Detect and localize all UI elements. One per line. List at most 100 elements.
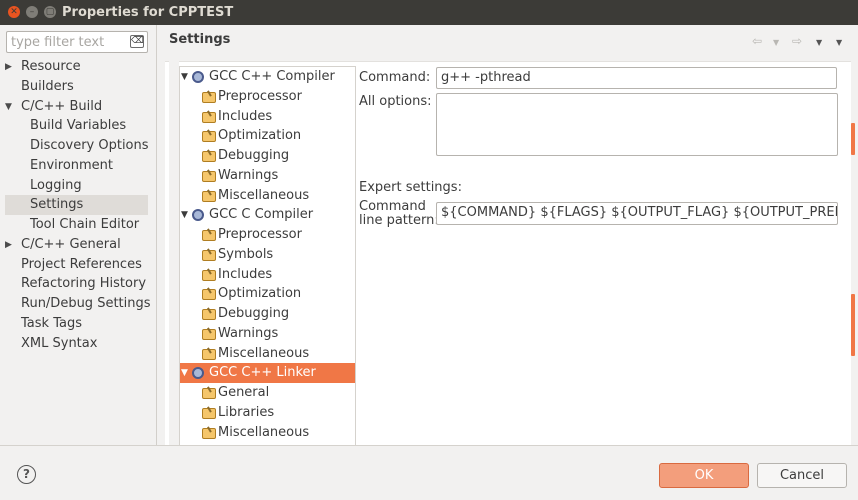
nav-item-cpp-general[interactable]: ▶ C/C++ General xyxy=(0,235,156,255)
expand-arrow-icon[interactable]: ▶ xyxy=(5,235,12,255)
collapse-arrow-icon[interactable]: ▼ xyxy=(5,97,12,117)
folder-icon xyxy=(202,151,216,162)
scroll-indicator xyxy=(851,294,855,356)
all-options-field[interactable] xyxy=(436,93,838,156)
tree-item-warnings[interactable]: Warnings xyxy=(180,324,355,344)
nav-item-resource[interactable]: ▶ Resource xyxy=(0,57,156,77)
tree-item-general[interactable]: General xyxy=(180,383,355,403)
nav-item-xml-syntax[interactable]: XML Syntax xyxy=(0,334,156,354)
tree-item-label: Includes xyxy=(218,108,273,124)
folder-icon xyxy=(202,289,216,301)
tree-item-libraries[interactable]: Libraries xyxy=(180,403,355,423)
nav-item-logging[interactable]: Logging xyxy=(0,176,156,196)
tree-item-miscellaneous[interactable]: Miscellaneous xyxy=(180,186,355,206)
tree-item-miscellaneous[interactable]: Miscellaneous xyxy=(180,344,355,364)
tree-item-gcc-c-compiler[interactable]: ▼ GCC C Compiler xyxy=(180,205,355,225)
tree-item-symbols[interactable]: Symbols xyxy=(180,245,355,265)
tree-item-includes[interactable]: Includes xyxy=(180,107,355,127)
tree-item-label: Preprocessor xyxy=(218,88,302,104)
collapse-arrow-icon[interactable]: ▼ xyxy=(181,67,188,87)
cancel-button[interactable]: Cancel xyxy=(757,463,847,488)
nav-item-run-debug-settings[interactable]: Run/Debug Settings xyxy=(0,294,156,314)
gear-icon xyxy=(192,209,204,222)
tree-item-label: Warnings xyxy=(218,167,279,183)
window-minimize-button[interactable]: – xyxy=(26,6,38,18)
nav-item-build-variables[interactable]: Build Variables xyxy=(0,116,156,136)
filter-box: ⌫ xyxy=(6,31,148,53)
folder-icon xyxy=(202,111,216,123)
tree-item-label: GCC C++ Compiler xyxy=(209,69,335,84)
command-line-pattern-label-2: line pattern: xyxy=(359,213,439,228)
command-label: Command: xyxy=(359,70,431,85)
folder-icon xyxy=(202,249,216,261)
view-menu-icon[interactable]: ▼ xyxy=(836,38,842,47)
expert-settings-label: Expert settings: xyxy=(359,180,462,195)
nav-item-label: Builders xyxy=(21,78,74,94)
tree-item-label: Optimization xyxy=(218,128,302,144)
nav-item-project-references[interactable]: Project References xyxy=(0,255,156,275)
tree-item-preprocessor[interactable]: Preprocessor xyxy=(180,225,355,245)
gear-icon xyxy=(192,367,204,380)
folder-icon xyxy=(202,269,216,281)
nav-item-discovery-options[interactable]: Discovery Options xyxy=(0,136,156,156)
tree-item-gcc-cpp-linker[interactable]: ▼ GCC C++ Linker xyxy=(180,363,355,383)
nav-item-label: C/C++ General xyxy=(21,236,121,252)
nav-item-builders[interactable]: Builders xyxy=(0,77,156,97)
gear-icon xyxy=(192,71,204,83)
nav-item-label: Discovery Options xyxy=(30,138,149,153)
command-line-pattern-field[interactable]: ${COMMAND} ${FLAGS} ${OUTPUT_FLAG} ${OUT… xyxy=(436,202,838,225)
forward-arrow-icon[interactable]: ⇨ xyxy=(792,34,802,48)
tree-item-label: Symbols xyxy=(218,246,274,262)
forward-history-dropdown-icon[interactable]: ▼ xyxy=(816,38,822,47)
folder-icon xyxy=(202,190,216,202)
window-title: Properties for CPPTEST xyxy=(62,5,234,20)
tree-item-preprocessor[interactable]: Preprocessor xyxy=(180,87,355,107)
tree-item-optimization[interactable]: Optimization xyxy=(180,126,355,146)
command-field[interactable]: g++ -pthread xyxy=(436,67,837,89)
tree-item-label: GCC C++ Linker xyxy=(209,365,316,381)
window-maximize-button[interactable]: ▢ xyxy=(44,6,56,18)
nav-item-label: Run/Debug Settings xyxy=(21,296,151,311)
nav-item-tool-chain-editor[interactable]: Tool Chain Editor xyxy=(0,215,156,235)
filter-input[interactable] xyxy=(7,32,125,52)
tree-item-label: Libraries xyxy=(218,404,275,420)
folder-icon xyxy=(202,328,216,340)
nav-item-environment[interactable]: Environment xyxy=(0,156,156,176)
folder-icon xyxy=(202,131,216,143)
ok-button[interactable]: OK xyxy=(659,463,749,488)
tree-item-label: Warnings xyxy=(218,325,279,341)
back-history-dropdown-icon[interactable]: ▼ xyxy=(773,38,779,47)
panel-gutter xyxy=(169,61,179,445)
nav-item-label: Task Tags xyxy=(21,315,82,331)
tree-item-label: General xyxy=(218,385,270,400)
expand-arrow-icon[interactable]: ▶ xyxy=(5,57,12,77)
tree-item-optimization[interactable]: Optimization xyxy=(180,284,355,304)
clear-filter-icon[interactable]: ⌫ xyxy=(130,35,144,48)
nav-item-task-tags[interactable]: Task Tags xyxy=(0,314,156,334)
tree-item-label: Includes xyxy=(218,266,273,282)
tree-item-debugging[interactable]: Debugging xyxy=(180,146,355,166)
nav-item-label: Settings xyxy=(30,197,84,213)
collapse-arrow-icon[interactable]: ▼ xyxy=(181,205,188,225)
tool-settings-tree: ▼ GCC C++ Compiler Preprocessor Includes … xyxy=(179,66,356,445)
nav-item-cpp-build[interactable]: ▼ C/C++ Build xyxy=(0,97,156,117)
window-close-button[interactable]: ✕ xyxy=(8,6,20,18)
tree-item-includes[interactable]: Includes xyxy=(180,265,355,285)
collapse-arrow-icon[interactable]: ▼ xyxy=(181,363,188,383)
nav-item-refactoring-history[interactable]: Refactoring History xyxy=(0,274,156,294)
tree-item-label: Miscellaneous xyxy=(218,424,310,440)
help-icon[interactable]: ? xyxy=(17,465,36,484)
nav-item-label: Tool Chain Editor xyxy=(30,217,140,232)
property-page-tree: ▶ Resource Builders ▼ C/C++ Build Build Va… xyxy=(0,57,156,353)
command-line-pattern-label-1: Command xyxy=(359,199,426,214)
tree-item-label: Debugging xyxy=(218,148,290,163)
tree-item-debugging[interactable]: Debugging xyxy=(180,304,355,324)
nav-item-label: Refactoring History xyxy=(21,276,147,292)
back-arrow-icon[interactable]: ⇦ xyxy=(752,34,762,48)
nav-item-label: XML Syntax xyxy=(21,335,98,351)
tree-item-gcc-cpp-compiler[interactable]: ▼ GCC C++ Compiler xyxy=(180,67,355,87)
tree-item-warnings[interactable]: Warnings xyxy=(180,166,355,186)
nav-item-settings[interactable]: Settings xyxy=(5,195,148,215)
tree-item-label: Optimization xyxy=(218,286,302,302)
tree-item-miscellaneous[interactable]: Miscellaneous xyxy=(180,423,355,443)
